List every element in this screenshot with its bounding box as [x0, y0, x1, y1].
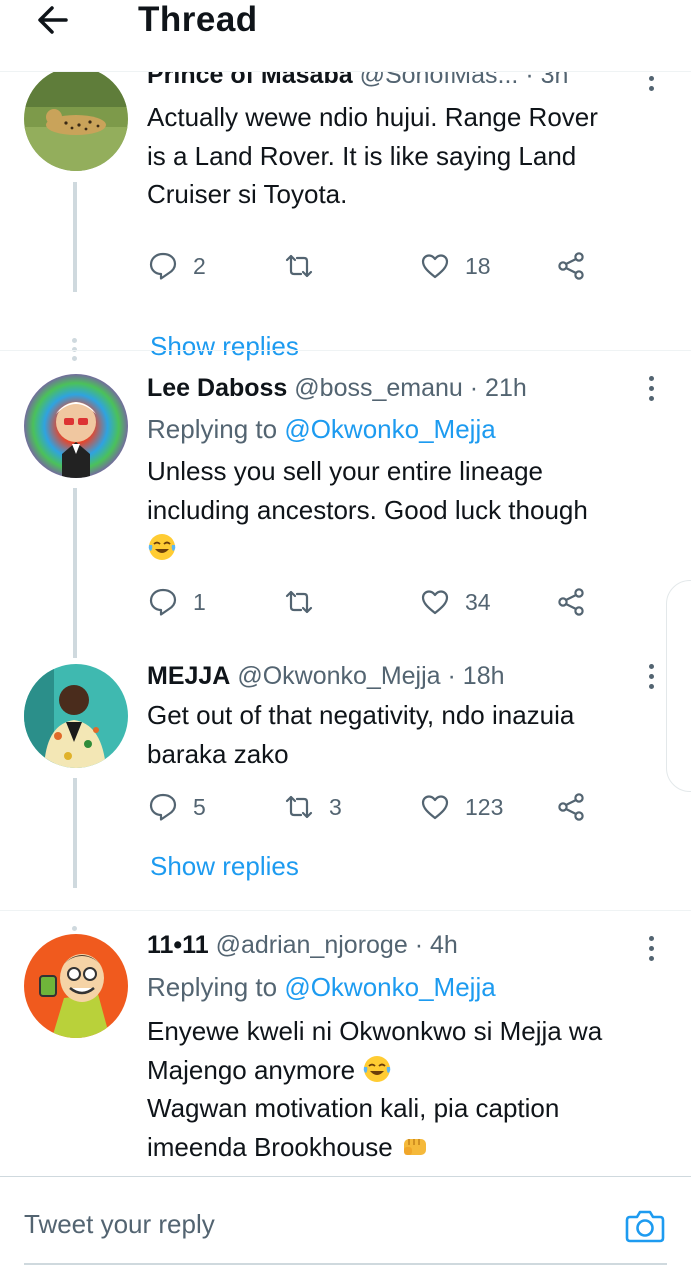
tweet-header: Lee Daboss @boss_emanu · 21h [147, 373, 527, 403]
reply-input[interactable]: Tweet your reply [24, 1207, 215, 1241]
retweet-count: 3 [329, 793, 342, 820]
share-icon [558, 588, 584, 616]
retweet-button[interactable]: 3 [283, 787, 342, 827]
more-icon[interactable] [645, 72, 657, 100]
avatar[interactable] [24, 374, 128, 478]
thread-feed[interactable]: Prince of Masaba @SonofMas... · 3h Actua… [0, 72, 691, 1176]
tweet-header: 11•11 @adrian_njoroge · 4h [147, 930, 458, 960]
reply-count: 2 [193, 252, 206, 279]
share-button[interactable] [555, 246, 587, 286]
retweet-button[interactable] [283, 582, 329, 622]
tears-of-joy-emoji [148, 534, 176, 560]
top-bar: Thread [0, 0, 691, 72]
back-arrow-icon[interactable] [30, 0, 80, 44]
share-icon [558, 252, 584, 280]
show-replies-link[interactable]: Show replies [150, 849, 299, 883]
more-icon[interactable] [645, 376, 657, 410]
timestamp: · 3h [525, 72, 569, 89]
tweet-header: MEJJA @Okwonko_Mejja · 18h [147, 661, 505, 691]
like-icon [421, 590, 449, 615]
like-button[interactable]: 123 [419, 787, 503, 827]
thread-line [73, 778, 77, 888]
author-name[interactable]: Lee Daboss [147, 374, 287, 402]
like-count: 18 [465, 252, 491, 279]
timestamp: · 18h [447, 662, 505, 690]
author-name[interactable]: 11•11 [147, 931, 209, 959]
reply-input-underline [24, 1263, 667, 1265]
like-icon [421, 254, 449, 279]
tweet[interactable]: 11•11 @adrian_njoroge · 4h Replying to @… [0, 912, 691, 1176]
retweet-icon [285, 254, 313, 278]
retweet-icon [285, 795, 313, 819]
replying-to-handle[interactable]: @Okwonko_Mejja [284, 972, 495, 1002]
avatar[interactable] [24, 934, 128, 1038]
avatar[interactable] [24, 72, 128, 171]
author-handle: @SonofMas... [359, 72, 519, 89]
reply-composer: Tweet your reply [0, 1176, 691, 1280]
share-button[interactable] [555, 787, 587, 827]
author-handle: @Okwonko_Mejja [237, 662, 441, 690]
tweet[interactable]: Lee Daboss @boss_emanu · 21h Replying to… [0, 352, 691, 658]
tweet-actions: 2 18 [147, 246, 617, 286]
side-panel-edge[interactable] [666, 580, 691, 792]
reply-button[interactable]: 5 [147, 787, 206, 827]
replying-to: Replying to @Okwonko_Mejja [147, 972, 496, 1002]
retweet-icon [285, 590, 313, 614]
reply-button[interactable]: 1 [147, 582, 206, 622]
like-icon [421, 795, 449, 820]
avatar[interactable] [24, 664, 128, 768]
tweet-text: Unless you sell your entire lineage incl… [147, 452, 657, 568]
reply-icon [149, 793, 177, 821]
author-handle: @adrian_njoroge [215, 931, 408, 959]
like-count: 123 [465, 793, 504, 820]
tweet-header: Prince of Masaba @SonofMas... · 3h [147, 72, 568, 90]
thread-line [73, 488, 77, 658]
tweet-text: Enyewe kweli ni Okwonkwo si Mejja wa Maj… [147, 1016, 603, 1162]
author-handle: @boss_emanu [294, 374, 463, 402]
reply-icon [149, 588, 177, 616]
author-name[interactable]: MEJJA [147, 662, 230, 690]
thread-line [73, 182, 77, 292]
tweet-actions: 1 34 [147, 582, 617, 622]
reply-count: 5 [193, 793, 206, 820]
tweet-text: Get out of that negativity, ndo inazuia … [147, 700, 575, 769]
fist-bump-emoji [403, 1138, 426, 1155]
tears-of-joy-emoji [364, 1055, 391, 1082]
tweet[interactable]: Prince of Masaba @SonofMas... · 3h Actua… [0, 72, 691, 361]
tweet-actions: 5 3 123 [147, 787, 617, 827]
page-title: Thread [138, 0, 258, 39]
like-button[interactable]: 18 [419, 246, 491, 286]
reply-count: 1 [193, 588, 206, 615]
reply-button[interactable]: 2 [147, 246, 206, 286]
more-icon[interactable] [645, 664, 657, 698]
camera-icon[interactable] [624, 1205, 666, 1247]
share-button[interactable] [555, 582, 587, 622]
author-name[interactable]: Prince of Masaba [147, 72, 353, 89]
retweet-button[interactable] [283, 246, 329, 286]
replying-to-handle[interactable]: @Okwonko_Mejja [284, 414, 495, 444]
replying-to: Replying to @Okwonko_Mejja [147, 414, 496, 444]
share-icon [558, 793, 584, 821]
like-button[interactable]: 34 [419, 582, 491, 622]
more-icon[interactable] [645, 936, 657, 970]
reply-icon [149, 252, 177, 280]
timestamp: · 4h [414, 931, 458, 959]
tweet[interactable]: MEJJA @Okwonko_Mejja · 18h Get out of th… [0, 656, 691, 949]
like-count: 34 [465, 588, 491, 615]
timestamp: · 21h [469, 374, 527, 402]
divider [0, 350, 691, 351]
tweet-text: Actually wewe ndio hujui. Range Rover is… [147, 102, 598, 209]
divider [0, 910, 691, 911]
